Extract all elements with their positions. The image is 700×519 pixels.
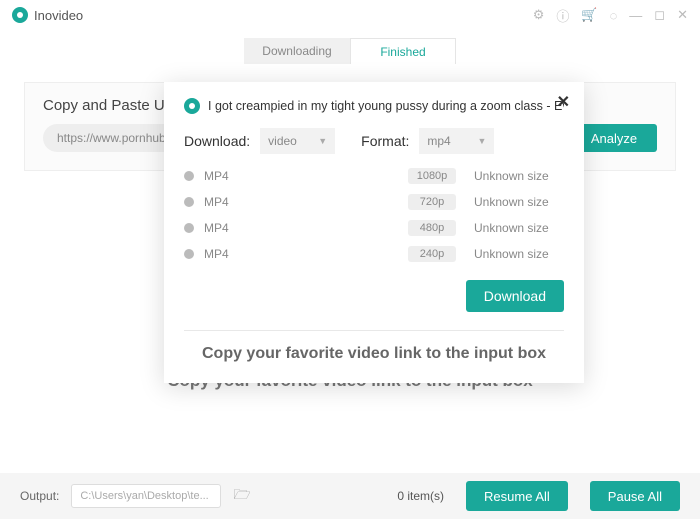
radio-icon[interactable] <box>184 223 194 233</box>
maximize-icon[interactable]: ◻ <box>654 7 665 23</box>
resume-all-button[interactable]: Resume All <box>466 481 568 511</box>
format-type: MP4 <box>204 221 254 235</box>
resolution-badge: 240p <box>408 246 456 262</box>
chevron-down-icon: ▼ <box>477 136 486 146</box>
download-button[interactable]: Download <box>466 280 564 312</box>
tab-finished[interactable]: Finished <box>350 38 456 64</box>
format-select[interactable]: mp4 ▼ <box>419 128 494 154</box>
resolution-badge: 720p <box>408 194 456 210</box>
format-type: MP4 <box>204 195 254 209</box>
modal-title: I got creampied in my tight young pussy … <box>208 99 564 113</box>
settings-icon[interactable]: ⚙ <box>533 7 545 23</box>
radio-icon[interactable] <box>184 197 194 207</box>
close-icon[interactable]: ✕ <box>677 7 688 23</box>
format-size: Unknown size <box>474 247 564 261</box>
format-type: MP4 <box>204 169 254 183</box>
format-row[interactable]: MP4 1080p Unknown size <box>184 168 564 184</box>
analyze-modal: I got creampied in my tight young pussy … <box>164 82 584 383</box>
format-size: Unknown size <box>474 169 564 183</box>
download-type-select[interactable]: video ▼ <box>260 128 335 154</box>
radio-icon[interactable] <box>184 249 194 259</box>
format-label: Format: <box>361 133 409 149</box>
format-list: MP4 1080p Unknown size MP4 720p Unknown … <box>184 168 564 262</box>
output-label: Output: <box>20 489 59 503</box>
format-size: Unknown size <box>474 221 564 235</box>
format-value: mp4 <box>427 134 450 148</box>
app-name: Inovideo <box>34 8 83 23</box>
tabs: Downloading Finished <box>0 38 700 64</box>
radio-icon[interactable] <box>184 171 194 181</box>
footer: Output: 🗁 0 item(s) Resume All Pause All <box>0 473 700 519</box>
output-path-input[interactable] <box>71 484 221 508</box>
format-row[interactable]: MP4 240p Unknown size <box>184 246 564 262</box>
modal-hint: Copy your favorite video link to the inp… <box>184 345 564 363</box>
tab-downloading[interactable]: Downloading <box>244 38 350 64</box>
folder-icon[interactable]: 🗁 <box>233 484 250 508</box>
format-type: MP4 <box>204 247 254 261</box>
format-row[interactable]: MP4 720p Unknown size <box>184 194 564 210</box>
help-icon[interactable]: ◌ <box>610 8 618 23</box>
download-type-label: Download: <box>184 133 250 149</box>
download-type-value: video <box>268 134 297 148</box>
items-count: 0 item(s) <box>397 489 444 503</box>
chevron-down-icon: ▼ <box>318 136 327 146</box>
cart-icon[interactable]: 🛒 <box>581 7 597 23</box>
divider <box>184 330 564 331</box>
modal-logo <box>184 98 200 114</box>
info-icon[interactable]: ⓘ <box>556 6 569 25</box>
format-row[interactable]: MP4 480p Unknown size <box>184 220 564 236</box>
pause-all-button[interactable]: Pause All <box>590 481 680 511</box>
resolution-badge: 480p <box>408 220 456 236</box>
close-icon[interactable]: ✕ <box>557 92 570 112</box>
format-size: Unknown size <box>474 195 564 209</box>
titlebar: Inovideo ⚙ ⓘ 🛒 ◌ — ◻ ✕ <box>0 0 700 30</box>
resolution-badge: 1080p <box>408 168 456 184</box>
minimize-icon[interactable]: — <box>629 8 642 23</box>
app-logo <box>12 7 28 23</box>
